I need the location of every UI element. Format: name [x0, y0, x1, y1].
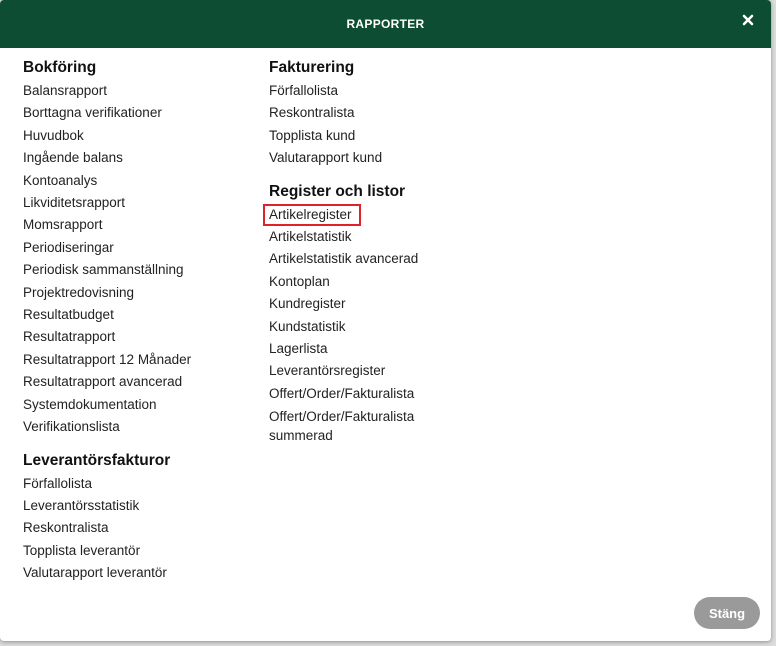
report-link[interactable]: Offert/Order/Fakturalista	[269, 383, 469, 405]
report-link[interactable]: Resultatrapport 12 Månader	[23, 349, 253, 371]
report-link[interactable]: Kontoplan	[269, 271, 469, 293]
report-link[interactable]: Leverantörsregister	[269, 360, 469, 382]
report-link[interactable]: Förfallolista	[269, 80, 469, 102]
report-link[interactable]: Likviditetsrapport	[23, 192, 253, 214]
section-title-bokforing: Bokföring	[23, 59, 97, 76]
leverantorsfakturor-list: Förfallolista Leverantörsstatistik Resko…	[23, 473, 253, 585]
report-link[interactable]: Borttagna verifikationer	[23, 102, 253, 124]
dialog-title: RAPPORTER	[346, 17, 425, 31]
close-icon[interactable]	[741, 13, 755, 27]
report-link[interactable]: Periodiseringar	[23, 237, 253, 259]
report-link[interactable]: Valutarapport leverantör	[23, 562, 253, 584]
report-link[interactable]: Kundregister	[269, 293, 469, 315]
report-link[interactable]: Projektredovisning	[23, 282, 253, 304]
bokforing-list: Balansrapport Borttagna verifikationer H…	[23, 80, 253, 439]
fakturering-list: Förfallolista Reskontralista Topplista k…	[269, 80, 469, 170]
report-link[interactable]: Reskontralista	[269, 102, 469, 124]
report-link[interactable]: Verifikationslista	[23, 416, 253, 438]
dialog-header: RAPPORTER	[0, 0, 771, 48]
highlighted-report-label: Artikelregister	[263, 203, 361, 226]
report-link[interactable]: Reskontralista	[23, 517, 253, 539]
report-link[interactable]: Lagerlista	[269, 338, 469, 360]
report-link[interactable]: Huvudbok	[23, 125, 253, 147]
report-link[interactable]: Topplista leverantör	[23, 540, 253, 562]
report-link[interactable]: Valutarapport kund	[269, 147, 469, 169]
report-link[interactable]: Kundstatistik	[269, 316, 469, 338]
report-link[interactable]: Resultatbudget	[23, 304, 253, 326]
report-link[interactable]: Artikelstatistik avancerad	[269, 248, 469, 270]
left-column: Bokföring Balansrapport Borttagna verifi…	[23, 58, 253, 585]
close-button[interactable]: Stäng	[694, 597, 760, 629]
report-link[interactable]: Artikelstatistik	[269, 226, 469, 248]
report-link[interactable]: Resultatrapport avancerad	[23, 371, 253, 393]
report-link[interactable]: Förfallolista	[23, 473, 253, 495]
dialog-body: Bokföring Balansrapport Borttagna verifi…	[0, 48, 771, 641]
section-title-register-och-listor: Register och listor	[269, 182, 406, 200]
register-list: Artikelregister Artikelstatistik Artikel…	[263, 203, 469, 446]
report-link[interactable]: Leverantörsstatistik	[23, 495, 253, 517]
report-link[interactable]: Resultatrapport	[23, 326, 253, 348]
report-link[interactable]: Periodisk sammanställning	[23, 259, 253, 281]
report-link[interactable]: Topplista kund	[269, 125, 469, 147]
report-link[interactable]: Systemdokumentation	[23, 394, 253, 416]
report-link[interactable]: Momsrapport	[23, 214, 253, 236]
right-column: Fakturering Förfallolista Reskontralista…	[263, 58, 469, 446]
section-title-fakturering: Fakturering	[269, 59, 355, 76]
report-link[interactable]: Offert/Order/Fakturalista summerad	[269, 405, 434, 445]
section-title-leverantorsfakturor: Leverantörsfakturor	[23, 451, 171, 469]
report-link[interactable]: Balansrapport	[23, 80, 253, 102]
report-link[interactable]: Kontoanalys	[23, 170, 253, 192]
report-link-artikelregister[interactable]: Artikelregister	[263, 203, 469, 226]
report-link[interactable]: Ingående balans	[23, 147, 253, 169]
reports-dialog: RAPPORTER Bokföring Balansrapport Bortta…	[0, 0, 771, 641]
